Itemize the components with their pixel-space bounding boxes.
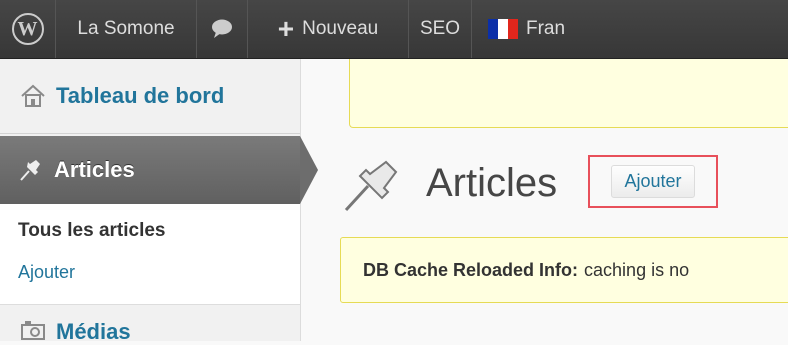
french-flag-icon [488, 19, 518, 39]
page-title: Articles [426, 160, 558, 205]
menu-item-dashboard[interactable]: Tableau de bord [0, 59, 300, 134]
wordpress-logo-icon: W [11, 13, 44, 45]
pushpin-icon [344, 160, 398, 212]
new-content-menu[interactable]: + Nouveau [248, 0, 409, 58]
site-name-label: La Somone [77, 18, 175, 39]
seo-label: SEO [419, 18, 461, 39]
admin-bar: W La Somone + Nouveau SEO Fran [0, 0, 788, 59]
comments-link[interactable] [197, 0, 248, 58]
submenu-all-articles[interactable]: Tous les articles [18, 220, 166, 242]
menu-item-articles-label: Articles [54, 157, 135, 182]
top-notice-box [349, 59, 788, 128]
wordpress-menu[interactable]: W [0, 0, 56, 58]
add-article-button[interactable]: Ajouter [611, 165, 695, 198]
pushpin-icon [20, 160, 40, 181]
page-header: Articles [340, 152, 557, 214]
submenu-add-article[interactable]: Ajouter [18, 262, 75, 283]
new-content-label: Nouveau [302, 18, 379, 39]
notice-label: DB Cache Reloaded Info: [363, 259, 579, 280]
admin-sidebar: Tableau de bord Articles Tous les articl… [0, 59, 318, 344]
db-cache-notice: DB Cache Reloaded Info: caching is no [340, 237, 788, 303]
language-menu[interactable]: Fran [472, 0, 565, 58]
add-button-highlight: Ajouter [588, 155, 718, 208]
house-icon [21, 84, 45, 107]
menu-item-media-label: Médias [56, 319, 131, 344]
notice-text: caching is no [584, 259, 690, 280]
menu-item-articles[interactable]: Articles [0, 136, 318, 204]
comment-bubble-icon [212, 19, 232, 38]
articles-submenu: Tous les articles Ajouter [0, 204, 300, 305]
camera-icon [21, 321, 45, 340]
seo-menu[interactable]: SEO [409, 0, 472, 58]
plus-icon: + [277, 13, 295, 44]
site-name-link[interactable]: La Somone [56, 0, 197, 58]
menu-item-media[interactable]: Médias [0, 305, 300, 345]
menu-item-dashboard-label: Tableau de bord [56, 83, 225, 108]
language-label: Fran [526, 18, 566, 39]
